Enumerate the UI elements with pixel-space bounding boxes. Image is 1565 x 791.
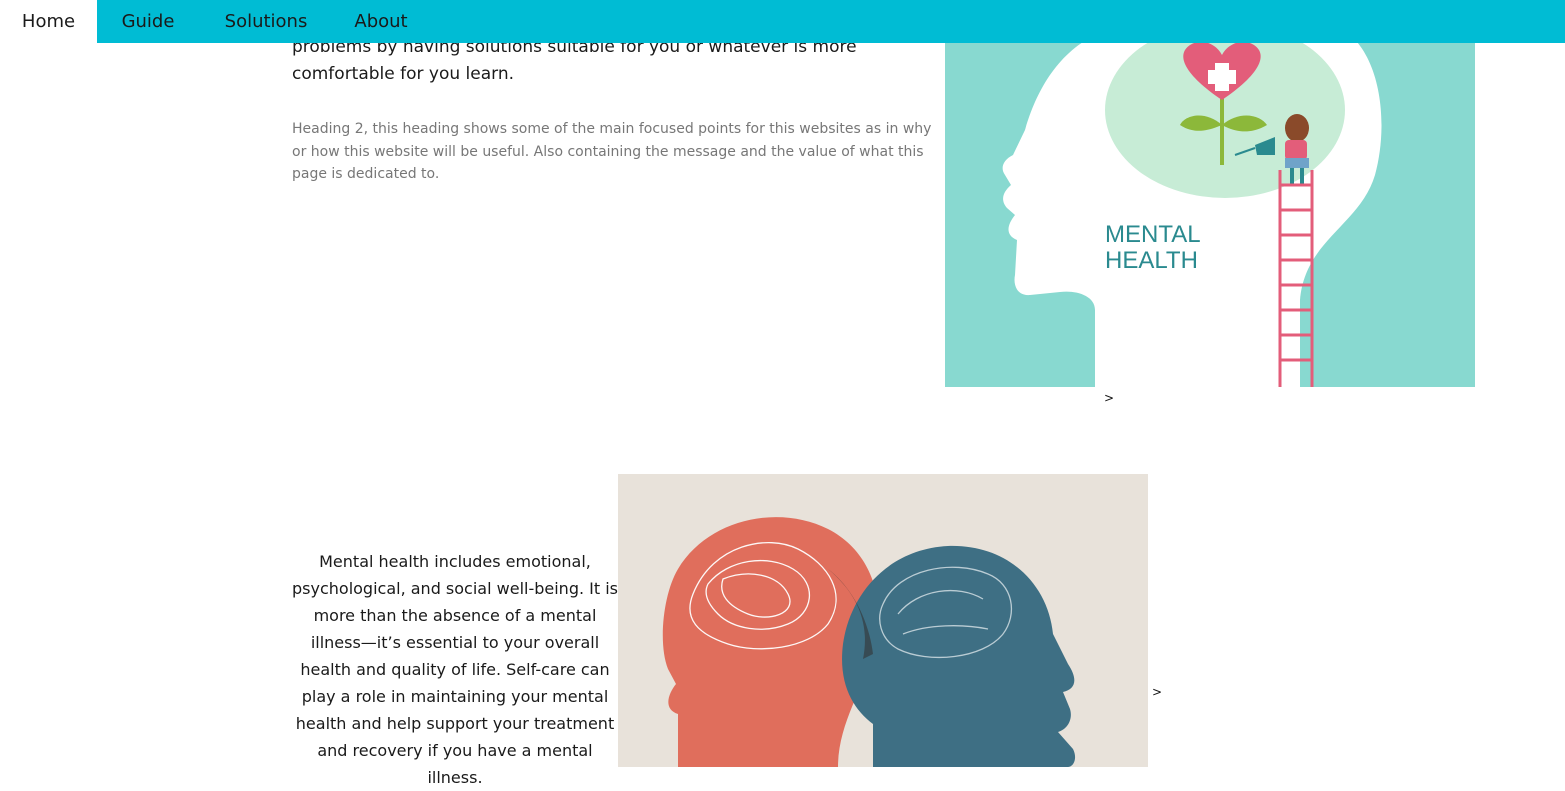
mental-health-illustration: MENTAL HEALTH xyxy=(945,0,1475,387)
mental-title-line1: MENTAL xyxy=(1105,221,1201,248)
nav-about-tab[interactable]: About xyxy=(333,0,429,43)
figure1-caption-arrow: > xyxy=(1104,391,1115,405)
top-navbar: Home Guide Solutions About xyxy=(0,0,1565,43)
nav-solutions-tab[interactable]: Solutions xyxy=(199,0,333,43)
nav-guide-tab[interactable]: Guide xyxy=(97,0,199,43)
mental-title-line2: HEALTH xyxy=(1105,247,1198,274)
nav-home-tab[interactable]: Home xyxy=(0,0,97,43)
two-heads-illustration xyxy=(618,474,1148,767)
mental-health-paragraph: Mental health includes emotional, psycho… xyxy=(292,552,618,787)
section2-caption-arrow: > xyxy=(1152,685,1163,699)
heading-2-paragraph: Heading 2, this heading shows some of th… xyxy=(292,121,932,182)
